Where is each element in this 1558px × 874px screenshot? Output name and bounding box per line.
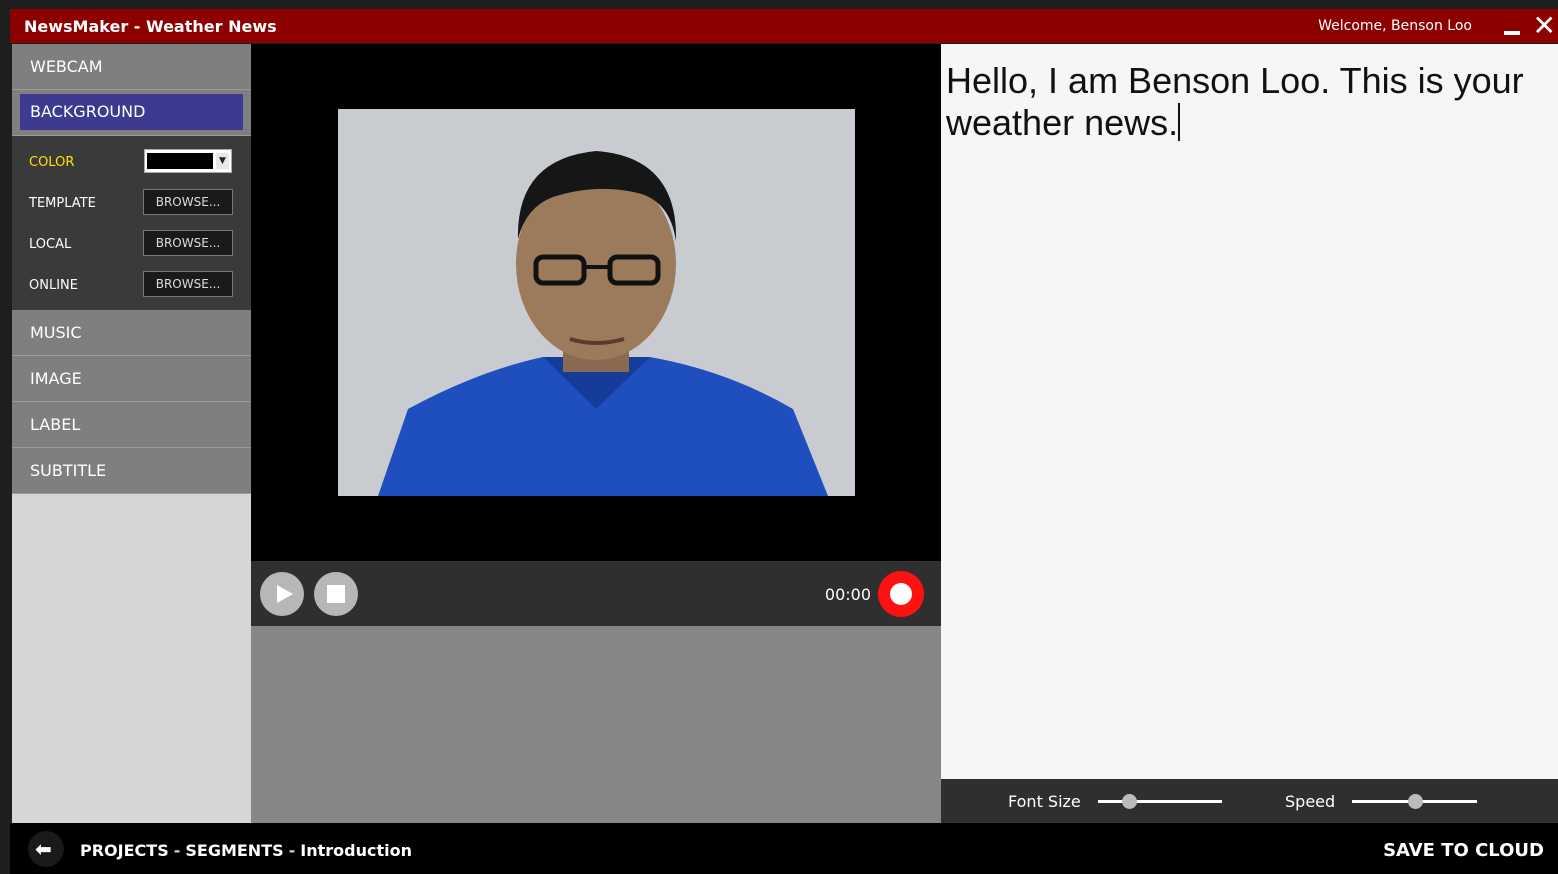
color-picker[interactable]: ▼ (144, 149, 232, 173)
online-browse-button[interactable]: BROWSE... (143, 271, 233, 297)
breadcrumb: PROJECTS - SEGMENTS - Introduction (80, 841, 412, 860)
sidebar-item-background[interactable]: BACKGROUND (20, 94, 243, 130)
script-editor[interactable]: Hello, I am Benson Loo. This is your wea… (941, 44, 1558, 779)
video-preview-area (251, 44, 941, 561)
title-bar: NewsMaker - Weather News Welcome, Benson… (10, 9, 1558, 43)
sidebar-item-music[interactable]: MUSIC (12, 310, 251, 356)
color-row: COLOR ▼ (12, 142, 251, 183)
time-display: 00:00 (824, 585, 871, 604)
sidebar-item-background-wrap: BACKGROUND (12, 90, 251, 136)
breadcrumb-projects[interactable]: PROJECTS (80, 841, 169, 860)
online-row: ONLINE BROWSE... (12, 265, 251, 306)
online-label: ONLINE (29, 278, 78, 293)
speed-label: Speed (1285, 792, 1336, 811)
template-browse-button[interactable]: BROWSE... (143, 189, 233, 215)
record-button[interactable] (878, 571, 924, 617)
script-text: Hello, I am Benson Loo. This is your wea… (946, 60, 1524, 143)
template-label: TEMPLATE (29, 196, 96, 211)
text-cursor (1178, 103, 1181, 141)
teleprompter-settings: Font Size Speed (941, 779, 1558, 823)
webcam-feed (338, 109, 855, 496)
webcam-person-image (338, 109, 855, 496)
color-swatch (147, 153, 213, 169)
script-text-container: Hello, I am Benson Loo. This is your wea… (946, 60, 1546, 144)
background-options-panel: COLOR ▼ TEMPLATE BROWSE... LOCAL BROWSE.… (12, 136, 251, 310)
sidebar-item-webcam[interactable]: WEBCAM (12, 44, 251, 90)
stop-icon (327, 585, 345, 603)
close-icon[interactable]: ✕ (1533, 9, 1556, 43)
window-left-edge (0, 0, 10, 874)
font-size-label: Font Size (1008, 792, 1081, 811)
color-label: COLOR (29, 155, 75, 170)
app-title: NewsMaker - Weather News (24, 17, 277, 36)
play-icon (277, 585, 293, 603)
play-button[interactable] (260, 572, 304, 616)
sidebar: WEBCAM BACKGROUND COLOR ▼ TEMPLATE BROWS… (12, 44, 251, 823)
playback-controls: 00:00 (251, 561, 941, 626)
footer-bar: ⬅ PROJECTS - SEGMENTS - Introduction SAVE TO… (10, 823, 1558, 874)
breadcrumb-segments[interactable]: SEGMENTS (185, 841, 283, 860)
sidebar-item-image[interactable]: IMAGE (12, 356, 251, 402)
timeline-area (251, 626, 941, 823)
local-row: LOCAL BROWSE... (12, 224, 251, 265)
breadcrumb-separator: - (288, 841, 296, 860)
local-browse-button[interactable]: BROWSE... (143, 230, 233, 256)
breadcrumb-introduction: Introduction (300, 841, 412, 860)
speed-slider-thumb[interactable] (1407, 794, 1423, 809)
speed-slider[interactable] (1352, 794, 1477, 809)
save-to-cloud-button[interactable]: SAVE TO CLOUD (1383, 840, 1544, 861)
back-arrow-icon: ⬅ (35, 837, 52, 861)
font-size-slider[interactable] (1098, 794, 1222, 809)
sidebar-item-subtitle[interactable]: SUBTITLE (12, 448, 251, 494)
template-row: TEMPLATE BROWSE... (12, 183, 251, 224)
chevron-down-icon[interactable]: ▼ (216, 153, 229, 169)
record-icon (890, 583, 912, 605)
breadcrumb-separator: - (173, 841, 181, 860)
sidebar-item-label[interactable]: LABEL (12, 402, 251, 448)
back-button[interactable]: ⬅ (28, 831, 64, 867)
font-size-slider-thumb[interactable] (1122, 794, 1137, 809)
welcome-text: Welcome, Benson Loo (1318, 18, 1472, 34)
minimize-icon[interactable] (1504, 31, 1520, 35)
stop-button[interactable] (314, 572, 358, 616)
local-label: LOCAL (29, 237, 72, 252)
